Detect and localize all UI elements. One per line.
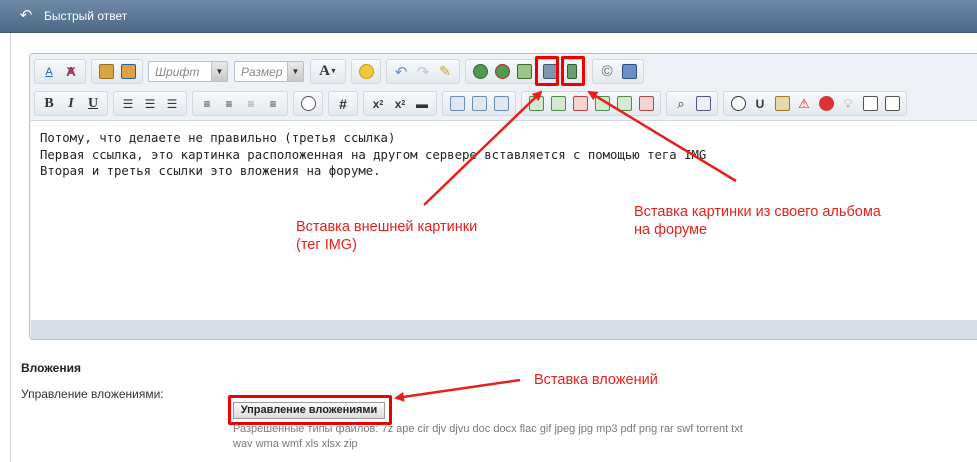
callout-external-image-line1: Вставка внешней картинки <box>296 219 478 235</box>
callout-external-image: Вставка внешней картинки (тег IMG) <box>296 218 477 254</box>
callout-album-image-line2: на форуме <box>634 222 708 238</box>
arrow-attachments <box>394 378 521 402</box>
manage-attachments-button[interactable]: Управление вложениями <box>233 402 385 419</box>
allowed-file-types: Разрешенные типы файлов: 7z ape cir djv … <box>233 423 743 450</box>
callout-album-image-line1: Вставка картинки из своего альбома <box>634 204 881 220</box>
callout-attachments: Вставка вложений <box>534 372 658 388</box>
manage-attachments-label: Управление вложениями: <box>21 387 164 401</box>
arrow-external-image <box>423 90 543 206</box>
callout-external-image-line2: (тег IMG) <box>296 237 357 253</box>
callout-album-image: Вставка картинки из своего альбома на фо… <box>634 203 881 239</box>
arrow-album-image <box>587 90 737 183</box>
attachments-section-title: Вложения <box>21 361 81 375</box>
